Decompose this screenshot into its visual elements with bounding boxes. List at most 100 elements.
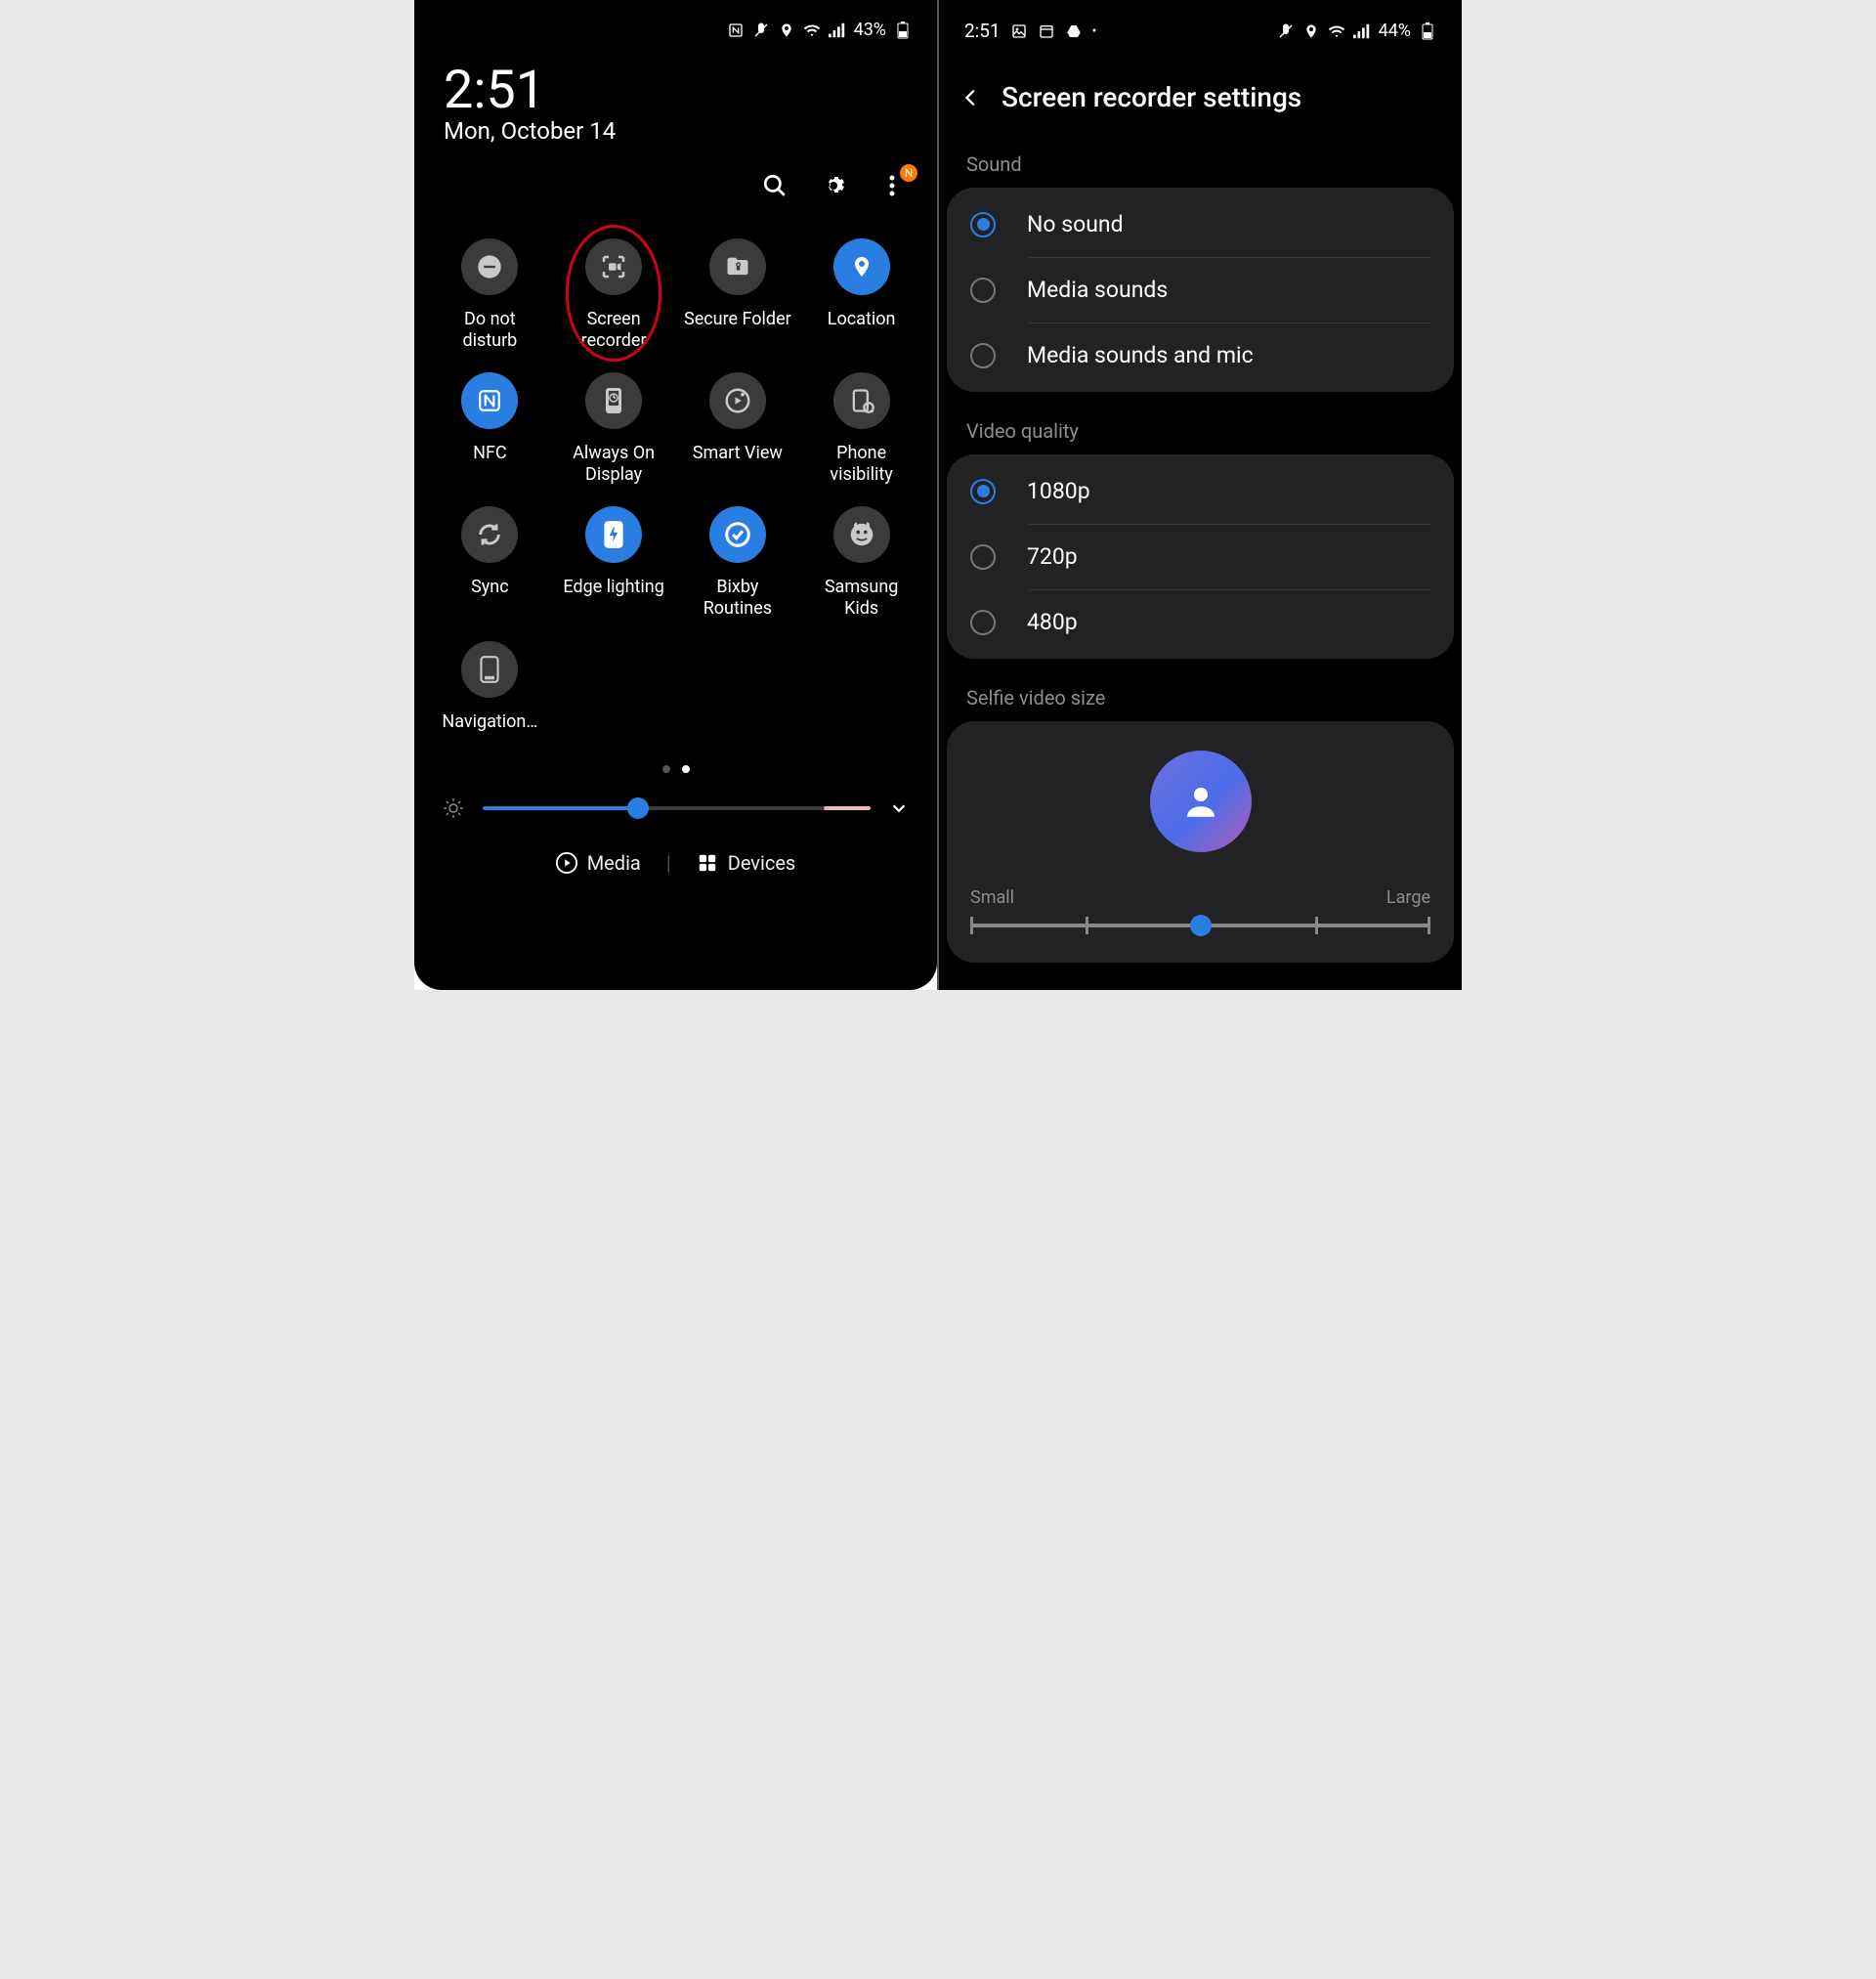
sound-options-card: No sound Media sounds Media sounds and mic (947, 188, 1454, 392)
tile-nfc[interactable]: NFC (428, 372, 552, 485)
page-dot[interactable] (662, 765, 670, 773)
status-time: 2:51 (964, 20, 1001, 42)
smart-view-icon (709, 372, 766, 429)
selfie-section-label: Selfie video size (939, 686, 1462, 721)
radio-option[interactable]: Media sounds and mic (947, 323, 1454, 388)
brightness-expand-button[interactable] (888, 797, 910, 819)
screen-recorder-icon (585, 238, 642, 295)
radio-icon (970, 212, 996, 237)
tile-label: Smart View (693, 443, 783, 464)
time-display: 2:51 (444, 60, 908, 121)
wifi-icon (1328, 22, 1345, 40)
brightness-slider[interactable] (483, 806, 871, 810)
do-not-disturb-icon (461, 238, 518, 295)
selfie-preview-icon (1150, 751, 1252, 852)
edge-lighting-icon (585, 506, 642, 563)
selfie-size-card: Small Large (947, 721, 1454, 963)
radio-option[interactable]: 480p (947, 589, 1454, 655)
signal-icon (1353, 22, 1371, 40)
selfie-size-slider[interactable] (970, 924, 1430, 927)
status-bar: 43% (414, 0, 937, 50)
radio-icon (970, 610, 996, 635)
navigation-icon (461, 641, 518, 698)
tile-label: Location (828, 309, 896, 330)
radio-icon (970, 278, 996, 303)
radio-label: 720p (1027, 543, 1078, 570)
quality-section-label: Video quality (939, 419, 1462, 454)
tile-label: Secure Folder (684, 309, 791, 330)
radio-label: 1080p (1027, 478, 1090, 504)
page-dot[interactable] (682, 765, 690, 773)
phone-visibility-icon (833, 372, 890, 429)
wifi-icon (803, 22, 821, 39)
radio-icon (970, 479, 996, 504)
status-bar: 2:51 • 44% (939, 0, 1462, 52)
tile-secure-folder[interactable]: Secure Folder (676, 238, 800, 351)
radio-option[interactable]: No sound (947, 192, 1454, 257)
media-button[interactable]: Media (556, 851, 641, 875)
location-icon (833, 238, 890, 295)
sound-section-label: Sound (939, 152, 1462, 188)
radio-label: 480p (1027, 609, 1078, 635)
tile-bixby-routines[interactable]: Bixby Routines (676, 506, 800, 619)
more-badge: N (900, 164, 917, 182)
mute-icon (1277, 22, 1295, 40)
tile-label: Samsung Kids (808, 577, 916, 619)
devices-button[interactable]: Devices (697, 851, 796, 875)
bixby-routines-icon (709, 506, 766, 563)
tile-navigation[interactable]: Navigation… (428, 641, 552, 733)
mute-icon (752, 22, 770, 39)
battery-icon (1419, 22, 1436, 40)
tile-label: Sync (471, 577, 509, 598)
secure-folder-icon (709, 238, 766, 295)
radio-label: No sound (1027, 211, 1124, 237)
tile-label: Phone visibility (808, 443, 916, 485)
battery-percent: 43% (854, 20, 886, 40)
samsung-kids-icon (833, 506, 890, 563)
back-button[interactable] (960, 87, 982, 108)
always-on-display-icon (585, 372, 642, 429)
tile-label: Do not disturb (436, 309, 543, 351)
tile-smart-view[interactable]: Smart View (676, 372, 800, 485)
radio-label: Media sounds and mic (1027, 342, 1254, 368)
drive-notif-icon (1065, 22, 1083, 40)
radio-option[interactable]: 720p (947, 524, 1454, 589)
tile-label: NFC (473, 443, 507, 464)
settings-button[interactable] (818, 170, 849, 201)
tile-label: Navigation… (442, 711, 537, 733)
tile-samsung-kids[interactable]: Samsung Kids (799, 506, 923, 619)
tile-label: Screen recorder (560, 309, 667, 351)
clock-area: 2:51 Mon, October 14 (414, 50, 937, 145)
selfie-min-label: Small (970, 887, 1014, 908)
quality-options-card: 1080p 720p 480p (947, 454, 1454, 659)
tile-phone-visibility[interactable]: Phone visibility (799, 372, 923, 485)
page-title: Screen recorder settings (1002, 81, 1301, 113)
screen-recorder-settings: 2:51 • 44% Screen recorder settings Soun… (939, 0, 1462, 990)
tile-sync[interactable]: Sync (428, 506, 552, 619)
nfc-icon (461, 372, 518, 429)
radio-option[interactable]: 1080p (947, 458, 1454, 524)
tile-always-on-display[interactable]: Always On Display (552, 372, 676, 485)
date-display: Mon, October 14 (444, 117, 908, 145)
tile-location[interactable]: Location (799, 238, 923, 351)
battery-percent: 44% (1379, 21, 1411, 41)
tile-label: Bixby Routines (684, 577, 791, 619)
radio-option[interactable]: Media sounds (947, 257, 1454, 323)
tile-label: Edge lighting (563, 577, 663, 598)
radio-label: Media sounds (1027, 277, 1168, 303)
more-button[interactable]: N (876, 170, 908, 201)
location-status-icon (778, 22, 795, 39)
sync-icon (461, 506, 518, 563)
tile-edge-lighting[interactable]: Edge lighting (552, 506, 676, 619)
tile-do-not-disturb[interactable]: Do not disturb (428, 238, 552, 351)
tile-screen-recorder[interactable]: Screen recorder (552, 238, 676, 351)
signal-icon (829, 22, 846, 39)
radio-icon (970, 544, 996, 570)
calendar-notif-icon (1038, 22, 1055, 40)
bottom-separator: | (666, 851, 671, 875)
radio-icon (970, 343, 996, 368)
tile-label: Always On Display (560, 443, 667, 485)
search-button[interactable] (759, 170, 790, 201)
page-indicator[interactable] (414, 740, 937, 787)
nfc-status-icon (727, 22, 745, 39)
